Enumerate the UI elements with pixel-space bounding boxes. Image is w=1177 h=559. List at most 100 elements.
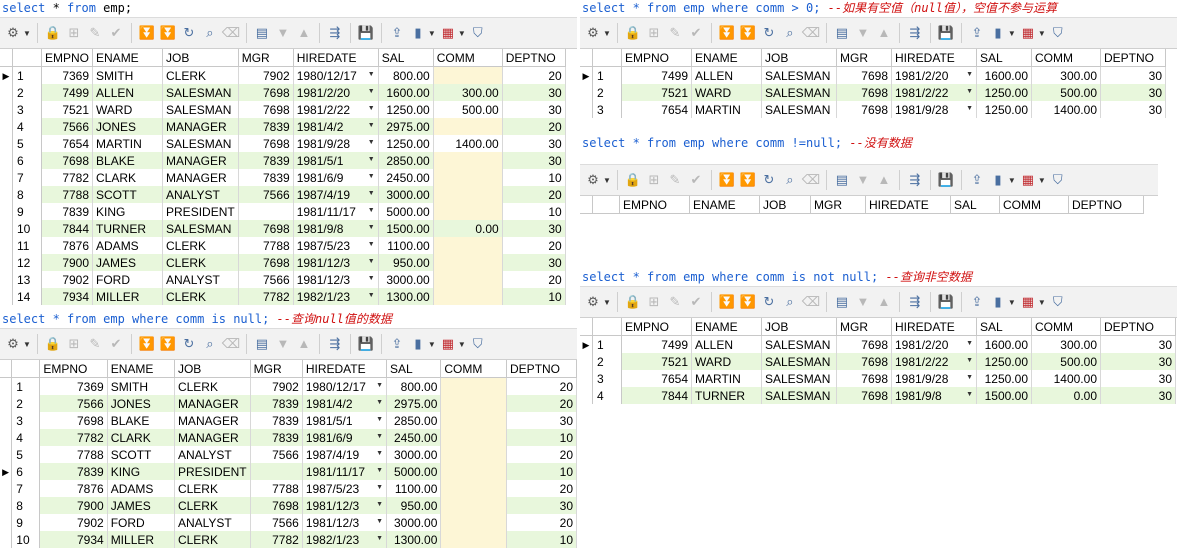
cell-comm[interactable]: 0.00: [433, 220, 503, 237]
cell-comm[interactable]: 0.00: [1031, 387, 1101, 404]
sort-down-icon[interactable]: ▼: [274, 335, 292, 353]
cell-job[interactable]: MANAGER: [174, 412, 251, 429]
date-dropdown-icon[interactable]: ▼: [966, 370, 973, 386]
cell-job[interactable]: SALESMAN: [162, 135, 239, 152]
cell-ename[interactable]: FORD: [107, 514, 175, 531]
cell-sal[interactable]: 3000.00: [386, 514, 442, 531]
cell-comm[interactable]: [433, 288, 503, 305]
cell-deptno[interactable]: 30: [506, 412, 577, 429]
sql-editor-line[interactable]: select * from emp;: [0, 0, 577, 17]
cell-comm[interactable]: [433, 152, 503, 169]
cell-empno[interactable]: 7876: [39, 480, 108, 497]
cell-job[interactable]: CLERK: [162, 237, 239, 254]
column-header-deptno[interactable]: DEPTNO: [1068, 196, 1144, 214]
cell-job[interactable]: CLERK: [174, 377, 251, 395]
find-icon[interactable]: ⌕: [781, 24, 799, 42]
cell-hiredate[interactable]: 1980/12/17 ▼: [293, 66, 379, 84]
cell-comm[interactable]: 300.00: [1031, 335, 1101, 353]
cell-hiredate[interactable]: 1981/2/20 ▼: [293, 84, 379, 101]
sort-down-icon[interactable]: ▼: [854, 171, 872, 189]
cell-empno[interactable]: 7499: [41, 84, 94, 101]
refresh-icon[interactable]: ↻: [760, 293, 778, 311]
column-header-comm[interactable]: COMM: [440, 360, 508, 378]
cell-empno[interactable]: 7839: [41, 203, 94, 220]
cell-empno[interactable]: 7844: [621, 387, 692, 404]
cell-job[interactable]: ANALYST: [162, 271, 239, 288]
cell-deptno[interactable]: 20: [506, 514, 577, 531]
sort-down-icon[interactable]: ▼: [274, 24, 292, 42]
grid-settings-icon[interactable]: ⚙: [4, 24, 22, 42]
cell-sal[interactable]: 1250.00: [976, 84, 1032, 101]
export-icon[interactable]: ⇪: [968, 171, 986, 189]
chevron-down-icon[interactable]: ▼: [1008, 176, 1016, 185]
cell-mgr[interactable]: 7698: [238, 220, 294, 237]
cell-mgr[interactable]: [250, 463, 303, 480]
cell-sal[interactable]: 1500.00: [976, 387, 1032, 404]
cell-ename[interactable]: ADAMS: [107, 480, 175, 497]
chevron-down-icon[interactable]: ▼: [603, 176, 611, 185]
column-header-mgr[interactable]: MGR: [238, 49, 294, 67]
cell-hiredate[interactable]: 1981/12/3 ▼: [293, 254, 379, 271]
column-header-job[interactable]: JOB: [174, 360, 251, 378]
cell-job[interactable]: SALESMAN: [162, 84, 239, 101]
column-header-mgr[interactable]: MGR: [810, 196, 866, 214]
cell-deptno[interactable]: 10: [502, 203, 566, 220]
cell-hiredate[interactable]: 1981/9/28 ▼: [293, 135, 379, 152]
cell-hiredate[interactable]: 1981/4/2 ▼: [293, 118, 379, 135]
cell-empno[interactable]: 7654: [41, 135, 94, 152]
cell-comm[interactable]: [433, 169, 503, 186]
post-check-icon[interactable]: ✔: [107, 24, 125, 42]
date-dropdown-icon[interactable]: ▼: [966, 101, 973, 117]
result-grid[interactable]: EMPNO ENAME JOB MGR HIREDATE SAL COMM DEPTNO: [580, 196, 1158, 214]
cell-job[interactable]: PRESIDENT: [174, 463, 251, 480]
refresh-icon[interactable]: ↻: [180, 24, 198, 42]
cell-empno[interactable]: 7654: [621, 370, 692, 387]
cell-ename[interactable]: WARD: [92, 101, 164, 118]
clear-icon[interactable]: ⌫: [222, 24, 240, 42]
cell-empno[interactable]: 7900: [41, 254, 94, 271]
insert-record-icon[interactable]: ⊞: [65, 24, 83, 42]
insert-record-icon[interactable]: ⊞: [65, 335, 83, 353]
table-row[interactable]: 6 7698 BLAKE MANAGER 7839 1981/5/1 ▼ 2850.00 30: [0, 152, 566, 169]
cell-job[interactable]: SALESMAN: [761, 370, 837, 387]
cell-ename[interactable]: TURNER: [92, 220, 164, 237]
chevron-down-icon[interactable]: ▼: [1008, 298, 1016, 307]
cell-ename[interactable]: MILLER: [107, 531, 175, 548]
cell-ename[interactable]: JONES: [107, 395, 175, 412]
cell-mgr[interactable]: 7698: [250, 497, 303, 514]
grid-settings-icon[interactable]: ⚙: [584, 293, 602, 311]
cell-comm[interactable]: [433, 271, 503, 288]
cell-job[interactable]: MANAGER: [174, 395, 251, 412]
cell-hiredate[interactable]: 1981/12/3 ▼: [302, 497, 388, 514]
cell-sal[interactable]: 1300.00: [386, 531, 442, 548]
date-dropdown-icon[interactable]: ▼: [368, 237, 375, 253]
refresh-icon[interactable]: ↻: [180, 335, 198, 353]
chevron-down-icon[interactable]: ▼: [603, 298, 611, 307]
table-row[interactable]: ▶ 6 7839 KING PRESIDENT 1981/11/17 ▼ 5000.00 10: [0, 463, 577, 480]
cell-sal[interactable]: 3000.00: [386, 446, 442, 463]
cell-comm[interactable]: 300.00: [433, 84, 503, 101]
table-row[interactable]: 4 7844 TURNER SALESMAN 7698 1981/9/8 ▼ 1500.00 0…: [580, 387, 1176, 404]
cell-comm[interactable]: 1400.00: [433, 135, 503, 152]
date-dropdown-icon[interactable]: ▼: [368, 220, 375, 236]
cell-empno[interactable]: 7900: [39, 497, 108, 514]
cell-empno[interactable]: 7876: [41, 237, 94, 254]
insert-record-icon[interactable]: ⊞: [645, 171, 663, 189]
edit-record-icon[interactable]: ✎: [86, 24, 104, 42]
query-by-example-icon[interactable]: ▤: [253, 335, 271, 353]
cell-hiredate[interactable]: 1981/9/28 ▼: [891, 370, 977, 387]
cell-mgr[interactable]: 7788: [238, 237, 294, 254]
cell-sal[interactable]: 5000.00: [386, 463, 442, 480]
link-icon[interactable]: ⇶: [326, 335, 344, 353]
export-icon[interactable]: ⇪: [388, 335, 406, 353]
clear-icon[interactable]: ⌫: [802, 171, 820, 189]
table-row[interactable]: 8 7900 JAMES CLERK 7698 1981/12/3 ▼ 950.00 30: [0, 497, 577, 514]
table-row[interactable]: 11 7876 ADAMS CLERK 7788 1987/5/23 ▼ 1100.00 20: [0, 237, 566, 254]
cell-empno[interactable]: 7782: [39, 429, 108, 446]
cell-job[interactable]: SALESMAN: [761, 387, 837, 404]
column-header-mgr[interactable]: MGR: [836, 49, 892, 67]
query-by-example-icon[interactable]: ▤: [253, 24, 271, 42]
date-dropdown-icon[interactable]: ▼: [376, 531, 383, 547]
cell-ename[interactable]: JONES: [92, 118, 164, 135]
chevron-down-icon[interactable]: ▼: [1008, 29, 1016, 38]
